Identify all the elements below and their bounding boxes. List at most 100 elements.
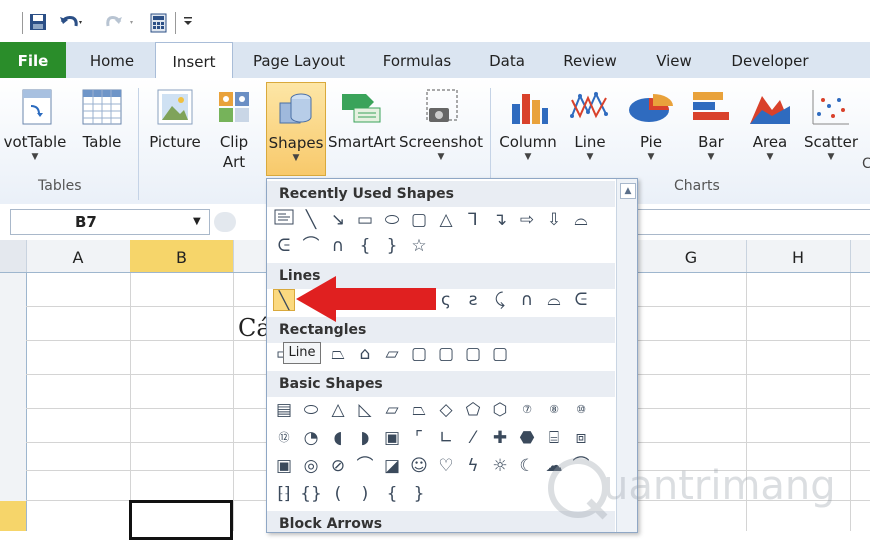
line-shape-icon[interactable]: ╲ [273, 289, 295, 311]
bar-chart-button[interactable]: Bar ▼ [686, 86, 736, 162]
arrow-line-icon[interactable]: ↘ [327, 209, 349, 231]
shapes-button[interactable]: Shapes ▼ [266, 82, 326, 176]
trapezoid-icon[interactable]: ⏢ [408, 399, 430, 421]
oval-icon[interactable]: ⬭ [300, 399, 322, 421]
line-chart-button[interactable]: Line ▼ [564, 86, 616, 162]
diamond-icon[interactable]: ◇ [435, 399, 457, 421]
right-brace-icon[interactable]: } [408, 483, 430, 505]
right-brace-icon[interactable]: } [381, 235, 403, 257]
cross-icon[interactable]: ✚ [489, 427, 511, 449]
calculator-icon[interactable] [150, 13, 168, 33]
snip-same-side-rectangle-icon[interactable]: ⌂ [354, 343, 376, 365]
triangle-icon[interactable]: △ [435, 209, 457, 231]
save-icon[interactable] [29, 13, 47, 33]
tab-insert[interactable]: Insert [155, 42, 233, 80]
folded-corner-icon[interactable]: ◪ [381, 455, 403, 477]
heart-icon[interactable]: ♡ [435, 455, 457, 477]
tab-file[interactable]: File [0, 42, 66, 78]
column-header-a[interactable]: A [26, 240, 131, 272]
star-icon[interactable]: ☆ [408, 235, 430, 257]
can-icon[interactable]: ⌸ [543, 427, 565, 449]
frame-icon[interactable]: ▣ [381, 427, 403, 449]
right-bracket-icon[interactable]: ) [354, 483, 376, 505]
octagon-icon[interactable]: ⑧ [543, 399, 565, 421]
snip-round-rectangle-icon[interactable]: ▢ [408, 343, 430, 365]
no-symbol-icon[interactable]: ⊘ [327, 455, 349, 477]
column-header-c[interactable] [233, 240, 267, 272]
sun-icon[interactable]: ☼ [489, 455, 511, 477]
chord-icon[interactable]: ◖ [327, 427, 349, 449]
round-single-corner-rectangle-icon[interactable]: ▢ [435, 343, 457, 365]
snip-corner-rectangle-icon[interactable]: ⏢ [327, 343, 349, 365]
teardrop-icon[interactable]: ◗ [354, 427, 376, 449]
screenshot-button[interactable]: Screenshot ▼ [396, 86, 486, 162]
right-triangle-icon[interactable]: ◺ [354, 399, 376, 421]
decagon-icon[interactable]: ⑩ [570, 399, 592, 421]
redo-icon[interactable] [104, 13, 136, 33]
chevron-down-icon[interactable]: ▼ [193, 216, 201, 227]
curved-arrow-icon[interactable]: ƨ [462, 289, 484, 311]
rectangle-icon[interactable]: ▭ [354, 209, 376, 231]
pie-chart-button[interactable]: Pie ▼ [624, 86, 678, 162]
clip-art-button[interactable]: Clip Art [210, 86, 258, 172]
customize-qat-icon[interactable] [182, 13, 194, 33]
tab-developer[interactable]: Developer [722, 42, 818, 78]
formula-input[interactable] [636, 209, 870, 235]
round-diagonal-rectangle-icon[interactable]: ▢ [489, 343, 511, 365]
arc-icon[interactable]: ⌒ [300, 235, 322, 257]
pentagon-icon[interactable]: ⬠ [462, 399, 484, 421]
scroll-up-icon[interactable]: ▲ [620, 183, 636, 199]
dodecagon-icon[interactable]: ⑫ [273, 427, 295, 449]
line-shape-icon[interactable]: ╲ [300, 209, 322, 231]
moon-icon[interactable]: ☾ [516, 455, 538, 477]
curved-double-arrow-icon[interactable]: ⤹ [489, 289, 511, 311]
left-brace-icon[interactable]: { [381, 483, 403, 505]
bevel-icon[interactable]: ▣ [273, 455, 295, 477]
curve-icon[interactable]: ∩ [516, 289, 538, 311]
double-brace-icon[interactable]: {} [300, 483, 322, 505]
donut-icon[interactable]: ◎ [300, 455, 322, 477]
expand-icon[interactable] [214, 212, 236, 232]
hexagon-icon[interactable]: ⬡ [489, 399, 511, 421]
left-bracket-icon[interactable]: ( [327, 483, 349, 505]
active-cell-b7[interactable] [129, 500, 233, 540]
tab-view[interactable]: View [646, 42, 702, 78]
pie-shape-icon[interactable]: ◔ [300, 427, 322, 449]
rounded-rectangle-icon[interactable]: ▢ [408, 209, 430, 231]
down-arrow-icon[interactable]: ⇩ [543, 209, 565, 231]
text-box-icon[interactable] [273, 209, 295, 231]
diagonal-stripe-icon[interactable]: ⁄ [462, 427, 484, 449]
smartart-button[interactable]: SmartArt [328, 86, 396, 152]
column-header-g[interactable]: G [636, 240, 747, 272]
scribble-icon[interactable]: ᕮ [273, 235, 295, 257]
l-shape-icon[interactable]: ∟ [435, 427, 457, 449]
freeform-icon[interactable]: ⌓ [543, 289, 565, 311]
table-button[interactable]: Table [76, 86, 128, 152]
heptagon-icon[interactable]: ⑦ [516, 399, 538, 421]
column-header-h[interactable]: H [746, 240, 851, 272]
curve-icon[interactable]: ∩ [327, 235, 349, 257]
elbow-arrow-icon[interactable]: ↴ [489, 209, 511, 231]
undo-icon[interactable] [58, 13, 84, 33]
text-box-icon[interactable]: ▤ [273, 399, 295, 421]
column-chart-button[interactable]: Column ▼ [496, 86, 560, 162]
triangle-icon[interactable]: △ [327, 399, 349, 421]
parallelogram-icon[interactable]: ▱ [381, 399, 403, 421]
column-header-b[interactable]: B [130, 240, 234, 272]
half-frame-icon[interactable]: ⌜ [408, 427, 430, 449]
row-header-7[interactable] [0, 501, 26, 531]
name-box[interactable]: B7 ▼ [10, 209, 210, 235]
picture-button[interactable]: Picture [146, 86, 204, 152]
freeform-icon[interactable]: ⌓ [570, 209, 592, 231]
area-chart-button[interactable]: Area ▼ [744, 86, 796, 162]
cube-icon[interactable]: ⧈ [570, 427, 592, 449]
tab-review[interactable]: Review [556, 42, 624, 78]
tab-data[interactable]: Data [482, 42, 532, 78]
tab-home[interactable]: Home [80, 42, 144, 78]
curved-connector-icon[interactable]: ς [435, 289, 457, 311]
block-arc-icon[interactable]: ⌒ [354, 455, 376, 477]
tab-formulas[interactable]: Formulas [375, 42, 459, 78]
pivottable-button[interactable]: votTable ▼ [0, 86, 70, 162]
lightning-bolt-icon[interactable]: ϟ [462, 455, 484, 477]
oval-icon[interactable]: ⬭ [381, 209, 403, 231]
